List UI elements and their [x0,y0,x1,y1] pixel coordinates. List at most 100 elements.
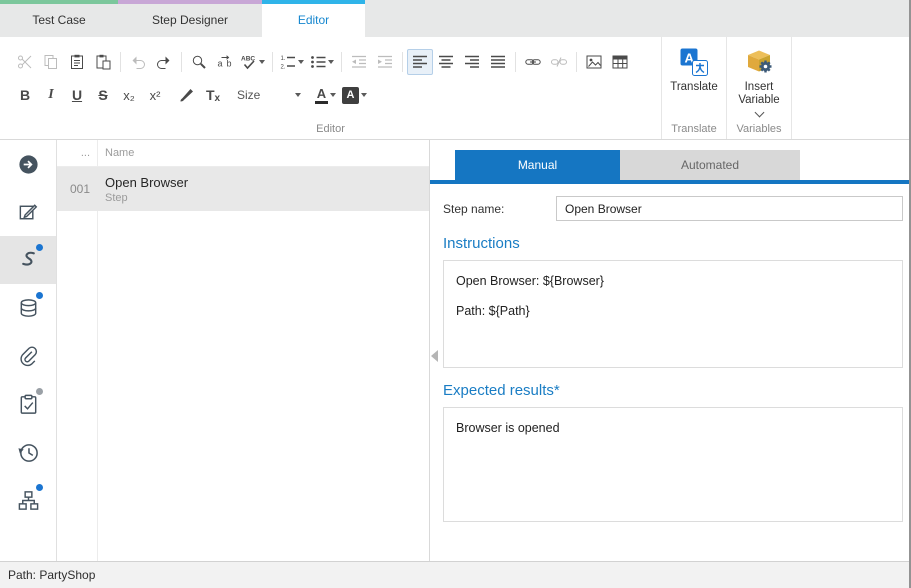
translate-button-label: Translate [670,81,718,94]
toolbar-separator [272,52,273,72]
tab-test-case[interactable]: Test Case [0,0,118,37]
align-right-button[interactable] [459,49,485,75]
tab-automated[interactable]: Automated [620,150,800,180]
ribbon: ab ABC 1.2. B [0,37,909,140]
fill-color-button[interactable]: A [339,82,370,108]
copy-icon [43,54,59,70]
increase-indent-button[interactable] [372,49,398,75]
link-button[interactable] [520,49,546,75]
ribbon-group-editor: ab ABC 1.2. B [0,37,661,139]
collapse-panel-arrow[interactable] [431,350,438,362]
step-detail-panel: Manual Automated Step name: Instructions… [430,140,909,561]
clipboard-icon [69,54,85,70]
expected-results-heading: Expected results* [443,382,903,399]
table-button[interactable] [607,49,633,75]
tab-label: Test Case [0,4,118,36]
redo-button[interactable] [151,49,177,75]
strikethrough-button[interactable]: S [90,82,116,108]
ribbon-group-translate: A Translate Translate [661,37,726,139]
svg-text:1.: 1. [281,56,286,62]
sidebar-item-history[interactable] [0,428,56,476]
decrease-indent-icon [351,54,367,70]
detail-tabs: Manual Automated [455,150,909,180]
italic-button[interactable]: I [38,82,64,108]
chevron-down-icon [259,60,265,64]
sidebar-item-test-data[interactable] [0,284,56,332]
cut-button[interactable] [12,49,38,75]
step-number: 001 [57,182,97,196]
font-size-dropdown[interactable]: Size [232,83,306,107]
subscript-button[interactable]: x₂ [116,82,142,108]
expected-results-line: Browser is opened [456,421,890,435]
steps-list-panel: ... Name 001 Open Browser Step [57,140,430,561]
unlink-button[interactable] [546,49,572,75]
toolbar-separator [515,52,516,72]
paste-button[interactable] [64,49,90,75]
chevron-down-icon [295,93,301,97]
sidebar-item-hierarchy[interactable] [0,476,56,524]
ribbon-group-label-translate: Translate [662,123,726,135]
find-button[interactable] [186,49,212,75]
ribbon-group-variables: Insert Variable Variables [726,37,791,139]
align-left-button[interactable] [407,49,433,75]
ribbon-group-label-variables: Variables [727,123,791,135]
undo-arrow-icon [130,54,146,70]
align-right-icon [464,54,480,70]
clear-format-button[interactable]: Tx [200,82,226,108]
column-header-name: Name [97,147,134,159]
status-path: Path: PartyShop [8,568,95,582]
copy-button[interactable] [38,49,64,75]
ribbon-group-label-editor: Editor [0,123,661,135]
underline-button[interactable]: U [64,82,90,108]
font-size-label: Size [237,88,260,102]
bold-button[interactable]: B [12,82,38,108]
align-center-button[interactable] [433,49,459,75]
step-row[interactable]: 001 Open Browser Step [57,167,429,211]
superscript-button[interactable]: x² [142,82,168,108]
window-tabbar: Test Case Step Designer Editor [0,0,909,37]
sidebar-item-jump-to[interactable] [0,140,56,188]
undo-button[interactable] [125,49,151,75]
step-name-label: Step name: [443,202,504,216]
chevron-down-icon [330,93,336,97]
insert-variable-label-line1: Insert [745,81,774,94]
decrease-indent-button[interactable] [346,49,372,75]
font-color-button[interactable]: A [312,82,339,108]
insert-variable-icon [743,46,775,78]
fill-color-icon: A [342,87,359,104]
expected-results-textarea[interactable]: Browser is opened [443,407,903,522]
step-type: Step [105,192,188,204]
sidebar-item-edit[interactable] [0,188,56,236]
spellcheck-button[interactable]: ABC [238,49,268,75]
sidebar-item-review[interactable] [0,380,56,428]
tab-step-designer[interactable]: Step Designer [118,0,262,37]
tab-editor[interactable]: Editor [262,0,365,37]
instructions-line: Path: ${Path} [456,304,890,318]
history-clock-icon [17,441,40,464]
image-button[interactable] [581,49,607,75]
sidebar-item-steps[interactable] [0,236,56,284]
replace-button[interactable]: ab [212,49,238,75]
tab-manual[interactable]: Manual [455,150,620,180]
chevron-down-icon [361,93,367,97]
justify-button[interactable] [485,49,511,75]
sidebar-item-attachments[interactable] [0,332,56,380]
paperclip-icon [17,345,40,368]
align-left-icon [412,54,428,70]
instructions-textarea[interactable]: Open Browser: ${Browser} Path: ${Path} [443,260,903,368]
database-icon [17,297,40,320]
numbered-list-button[interactable]: 1.2. [277,49,307,75]
bulleted-list-icon [310,54,326,70]
format-painter-button[interactable] [174,82,200,108]
bulleted-list-button[interactable] [307,49,337,75]
toolbar-separator [576,52,577,72]
paste-text-button[interactable] [90,49,116,75]
toolbar-separator [120,52,121,72]
instructions-heading: Instructions [443,235,903,252]
increase-indent-icon [377,54,393,70]
align-center-icon [438,54,454,70]
scissors-icon [17,54,33,70]
clipboard-check-icon [17,393,40,416]
column-header-number: ... [57,147,97,159]
step-name-input[interactable] [556,196,903,221]
